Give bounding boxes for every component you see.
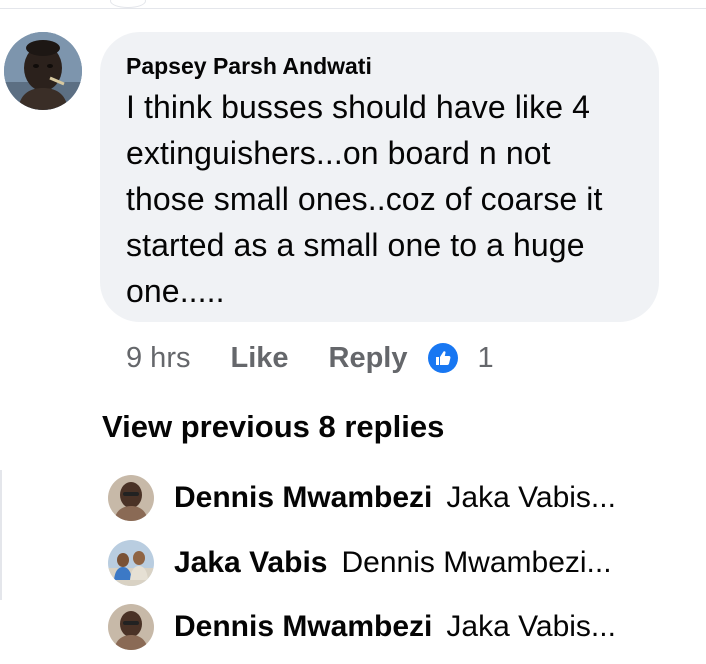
comment-text-line: I think busses should have like 4 — [126, 89, 591, 125]
comment-thread: Papsey Parsh Andwati I think busses shou… — [0, 0, 706, 664]
comment-text-line: started as a small one to a huge — [126, 227, 585, 263]
view-previous-replies-link[interactable]: View previous 8 replies — [102, 406, 444, 448]
avatar[interactable] — [108, 540, 154, 586]
comment-actions: 9 hrs Like Reply 1 — [126, 338, 494, 378]
comment-bubble: Papsey Parsh Andwati I think busses shou… — [100, 32, 659, 322]
avatar[interactable] — [108, 475, 154, 521]
reply-preview-row[interactable]: Jaka Vabis Dennis Mwambezi... — [108, 539, 612, 587]
comment-text-line: extinguishers...on board n not — [126, 135, 551, 171]
reaction-count[interactable]: 1 — [478, 342, 494, 375]
reply-button[interactable]: Reply — [329, 342, 408, 375]
thread-edge-line — [0, 470, 2, 600]
reply-author-name[interactable]: Dennis Mwambezi — [174, 610, 432, 644]
previous-item-edge — [0, 0, 706, 9]
comment-text-line: those small ones..coz of coarse it — [126, 181, 603, 217]
previous-item-nub — [110, 0, 146, 8]
reply-preview-row[interactable]: Dennis Mwambezi Jaka Vabis... — [108, 603, 616, 651]
avatar[interactable] — [108, 604, 154, 650]
comment-text: I think busses should have like 4 exting… — [126, 84, 637, 314]
like-button[interactable]: Like — [230, 342, 288, 375]
reply-preview-row[interactable]: Dennis Mwambezi Jaka Vabis... — [108, 474, 616, 522]
reply-author-name[interactable]: Jaka Vabis — [174, 546, 327, 580]
comment-text-line: one..... — [126, 273, 225, 309]
reply-snippet: Dennis Mwambezi... — [341, 546, 612, 579]
reply-snippet: Jaka Vabis... — [446, 610, 616, 643]
comment-timestamp[interactable]: 9 hrs — [126, 342, 190, 375]
reply-snippet: Jaka Vabis... — [446, 481, 616, 514]
avatar[interactable] — [4, 32, 82, 110]
comment-author-name[interactable]: Papsey Parsh Andwati — [126, 52, 637, 80]
reply-author-name[interactable]: Dennis Mwambezi — [174, 481, 432, 515]
thumbs-up-icon[interactable] — [427, 343, 458, 373]
